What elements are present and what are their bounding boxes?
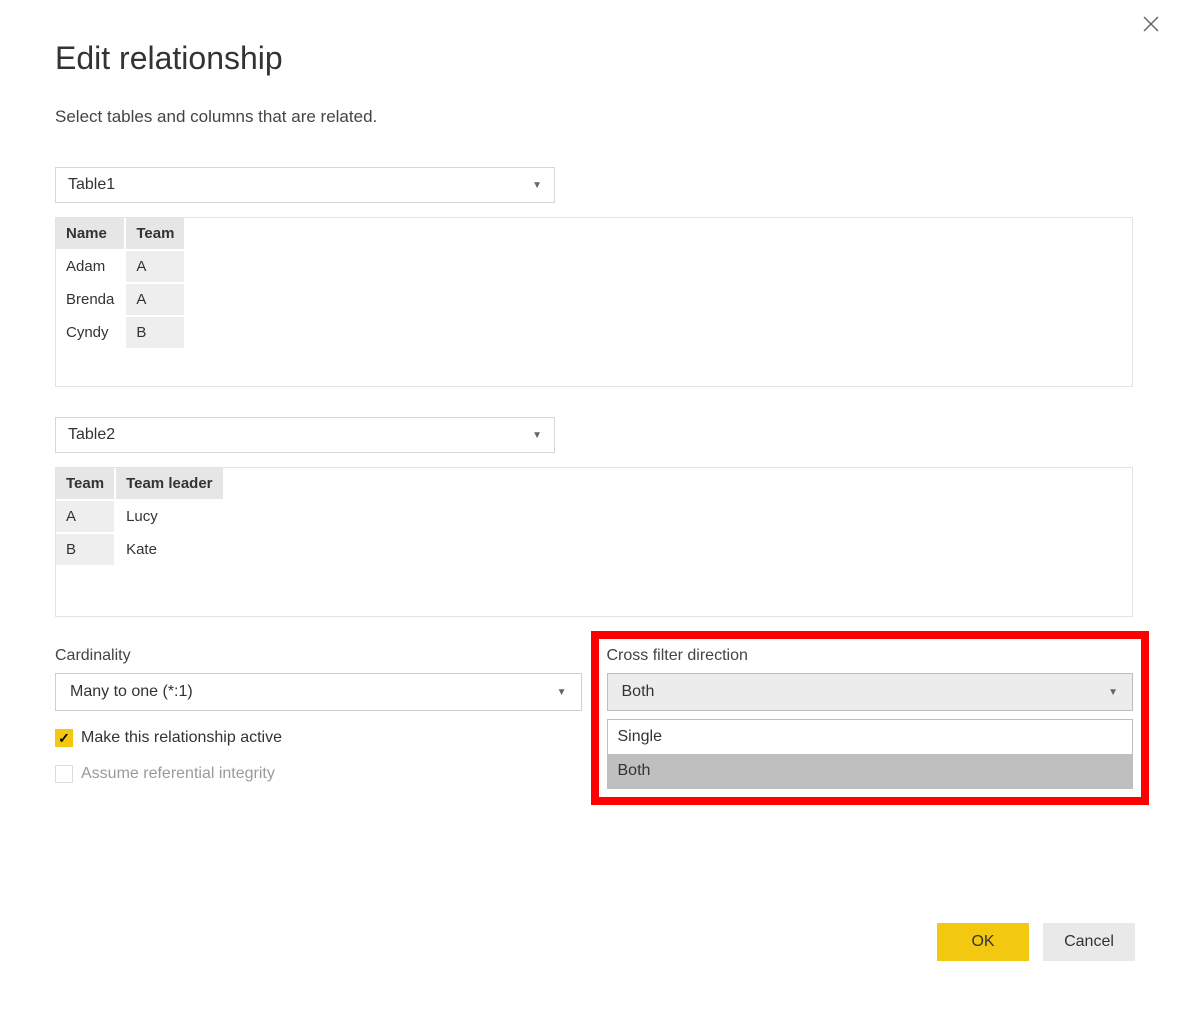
cell[interactable]: A [56,500,115,533]
cross-filter-label: Cross filter direction [607,647,1134,665]
cell[interactable]: A [125,283,185,316]
cell[interactable]: A [125,250,185,283]
cross-filter-option-both[interactable]: Both [608,754,1133,788]
active-checkbox-label: Make this relationship active [81,729,282,747]
cell[interactable]: Brenda [56,283,125,316]
cross-filter-dropdown: Single Both [607,719,1134,789]
table1-header[interactable]: Team [125,218,185,250]
table2-data[interactable]: Team Team leader A Lucy B Kate [56,468,225,567]
table1-select[interactable]: Table1 ▼ [55,167,555,203]
cross-filter-column: Cross filter direction Both ▼ Single Bot… [607,647,1134,783]
table2-header[interactable]: Team leader [115,468,223,500]
close-button[interactable] [1141,14,1165,38]
cancel-button[interactable]: Cancel [1043,923,1135,961]
table2-header[interactable]: Team [56,468,115,500]
cardinality-label: Cardinality [55,647,582,665]
table1-preview: Name Team Adam A Brenda A Cyndy B [55,217,1133,387]
caret-down-icon: ▼ [532,180,542,191]
cell[interactable]: Cyndy [56,316,125,349]
dialog-subtitle: Select tables and columns that are relat… [55,107,1130,127]
checkbox-empty-icon [55,765,73,783]
cell[interactable]: Adam [56,250,125,283]
table-row: Adam A [56,250,185,283]
cross-filter-select[interactable]: Both ▼ [607,673,1134,711]
cardinality-column: Cardinality Many to one (*:1) ▼ ✓ Make t… [55,647,582,783]
cell[interactable]: B [125,316,185,349]
cardinality-select[interactable]: Many to one (*:1) ▼ [55,673,582,711]
table2-preview: Team Team leader A Lucy B Kate [55,467,1133,617]
caret-down-icon: ▼ [532,430,542,441]
table1-select-value: Table1 [68,176,115,194]
active-checkbox-row[interactable]: ✓ Make this relationship active [55,729,582,747]
options-row: Cardinality Many to one (*:1) ▼ ✓ Make t… [55,647,1133,783]
dialog-footer: OK Cancel [937,923,1135,961]
table-row: A Lucy [56,500,224,533]
ok-button[interactable]: OK [937,923,1029,961]
table2-select-value: Table2 [68,426,115,444]
table-row: Cyndy B [56,316,185,349]
caret-down-icon: ▼ [557,687,567,698]
cell[interactable]: Kate [115,533,223,566]
cell[interactable]: Lucy [115,500,223,533]
close-icon [1141,14,1161,34]
cell[interactable]: B [56,533,115,566]
referential-checkbox-row: Assume referential integrity [55,765,582,783]
cross-filter-option-single[interactable]: Single [608,720,1133,754]
edit-relationship-dialog: Edit relationship Select tables and colu… [0,0,1185,1011]
checkmark-icon: ✓ [55,729,73,747]
table2-select[interactable]: Table2 ▼ [55,417,555,453]
table-row: Brenda A [56,283,185,316]
referential-checkbox-label: Assume referential integrity [81,765,275,783]
table1-data[interactable]: Name Team Adam A Brenda A Cyndy B [56,218,186,350]
table-row: B Kate [56,533,224,566]
table1-header[interactable]: Name [56,218,125,250]
dialog-title: Edit relationship [55,40,1130,77]
caret-down-icon: ▼ [1108,687,1118,698]
cross-filter-value: Both [622,683,655,701]
cardinality-value: Many to one (*:1) [70,683,193,701]
